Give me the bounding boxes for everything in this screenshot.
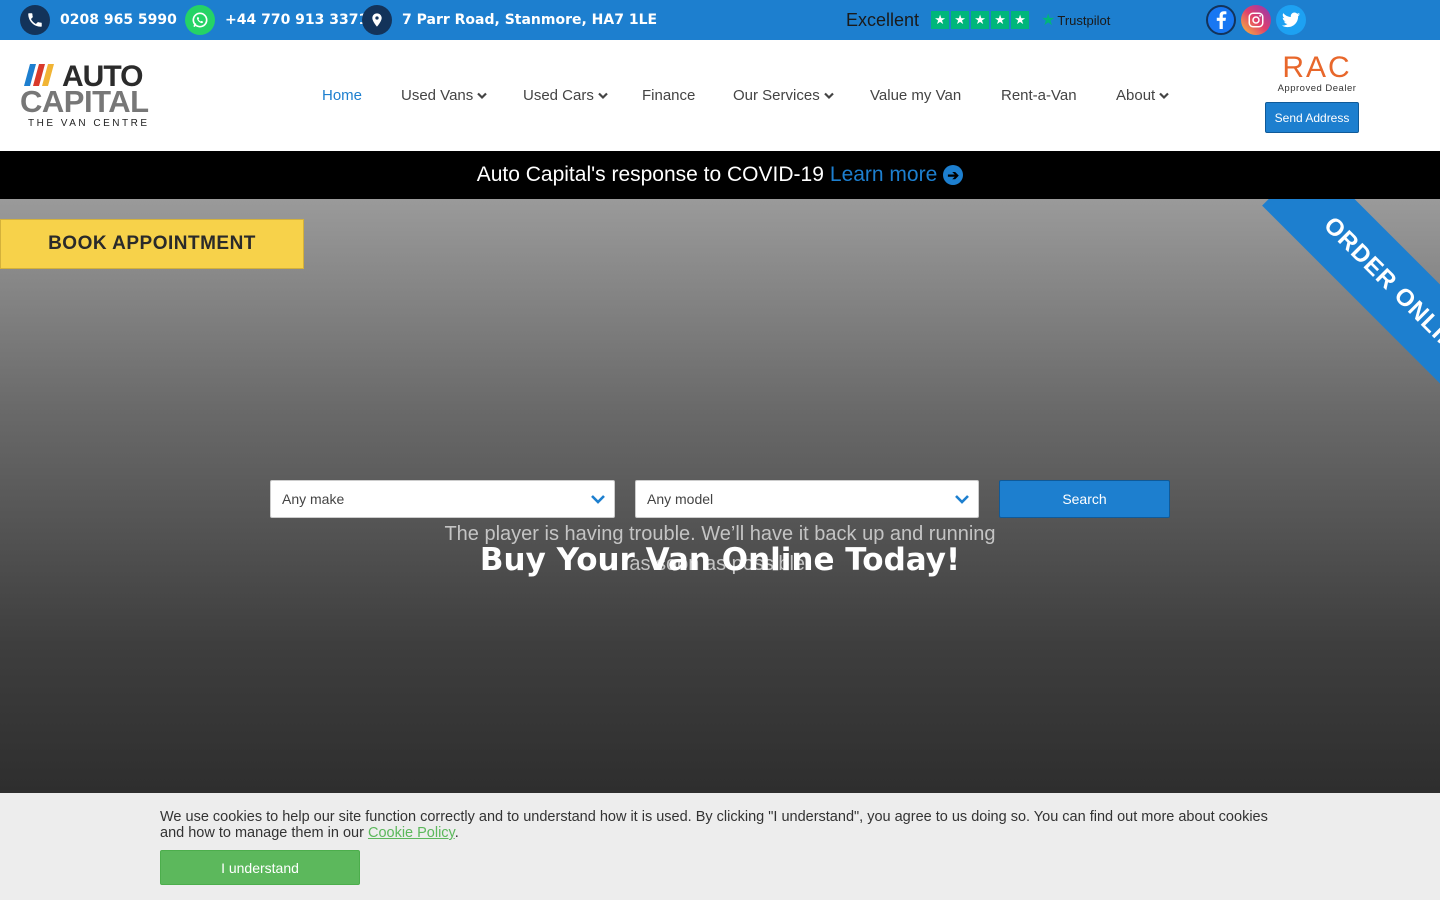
whatsapp-icon: [185, 5, 215, 35]
trustpilot-star-icon: ★: [1041, 12, 1056, 29]
phone-number: 0208 965 5990: [60, 12, 177, 28]
trustpilot-rating: Excellent: [846, 9, 920, 30]
chevron-down-icon: [590, 491, 606, 507]
phone-link[interactable]: 0208 965 5990: [20, 5, 177, 35]
rac-logo: RAC: [1282, 51, 1352, 84]
star-icon: ★: [931, 11, 950, 29]
cookie-banner: We use cookies to help our site function…: [0, 793, 1440, 900]
nav-used-cars[interactable]: Used Cars: [523, 87, 608, 104]
star-icon: ★: [1011, 11, 1030, 29]
search-button[interactable]: Search: [999, 480, 1170, 518]
instagram-icon[interactable]: [1241, 5, 1271, 35]
top-bar: 0208 965 5990 +44 770 913 3371 7 Parr Ro…: [0, 0, 1440, 40]
site-header: AUTO CAPITAL THE VAN CENTRE Home Used Va…: [0, 40, 1440, 151]
cookie-policy-link[interactable]: Cookie Policy: [368, 825, 455, 841]
model-select[interactable]: Any model: [635, 480, 979, 518]
whatsapp-number: +44 770 913 3371: [225, 12, 369, 28]
chevron-down-icon: [598, 87, 608, 104]
nav-value-my-van[interactable]: Value my Van: [870, 87, 961, 104]
covid-learn-more-link[interactable]: Learn more ➔: [830, 163, 964, 187]
facebook-icon[interactable]: [1206, 5, 1236, 35]
book-appointment-button[interactable]: BOOK APPOINTMENT: [0, 219, 304, 269]
map-pin-icon: [362, 5, 392, 35]
trustpilot-brand: Trustpilot: [1057, 12, 1111, 28]
order-online-ribbon[interactable]: ORDER ONLINE!: [1262, 199, 1440, 432]
cookie-accept-button[interactable]: I understand: [160, 850, 360, 885]
nav-finance[interactable]: Finance: [642, 87, 695, 104]
covid-text: Auto Capital's response to COVID-19: [476, 163, 824, 186]
nav-used-vans[interactable]: Used Vans: [401, 87, 488, 104]
star-icon: ★: [991, 11, 1010, 29]
cookie-message: We use cookies to help our site function…: [160, 809, 1268, 841]
nav-home[interactable]: Home: [322, 87, 362, 104]
send-address-button[interactable]: Send Address: [1265, 102, 1359, 133]
trustpilot-logo: ★ Trustpilot: [1041, 10, 1110, 30]
chevron-down-icon: [823, 87, 834, 104]
address-text: 7 Parr Road, Stanmore, HA7 1LE: [402, 12, 658, 28]
chevron-down-icon: [1159, 87, 1169, 104]
hero-section: BOOK APPOINTMENT ORDER ONLINE! Any make …: [0, 199, 1440, 793]
rac-approved-dealer: Approved Dealer: [1277, 83, 1357, 94]
rac-badge: RAC Approved Dealer: [1276, 51, 1358, 95]
logo-stripes-icon: [24, 64, 54, 86]
phone-icon: [20, 5, 50, 35]
logo-tagline: THE VAN CENTRE: [28, 118, 150, 129]
whatsapp-link[interactable]: +44 770 913 3371: [185, 5, 368, 35]
trustpilot-widget[interactable]: Excellent ★ ★ ★ ★ ★ ★ Trustpilot: [846, 6, 1110, 34]
nav-about[interactable]: About: [1116, 87, 1169, 104]
hero-title: Buy Your Van Online Today!: [479, 542, 961, 578]
chevron-down-icon: [477, 87, 488, 104]
main-nav: Home Used Vans Used Cars Finance Our Ser…: [0, 87, 1440, 107]
address-link[interactable]: 7 Parr Road, Stanmore, HA7 1LE: [362, 5, 657, 35]
twitter-icon[interactable]: [1276, 5, 1306, 35]
arrow-right-icon: ➔: [943, 165, 964, 185]
covid-banner: Auto Capital's response to COVID-19 Lear…: [0, 151, 1440, 199]
nav-our-services[interactable]: Our Services: [733, 87, 834, 104]
chevron-down-icon: [954, 491, 970, 507]
nav-rent-a-van[interactable]: Rent-a-Van: [1001, 87, 1077, 104]
star-icon: ★: [971, 11, 990, 29]
make-select[interactable]: Any make: [270, 480, 615, 518]
star-icon: ★: [951, 11, 970, 29]
